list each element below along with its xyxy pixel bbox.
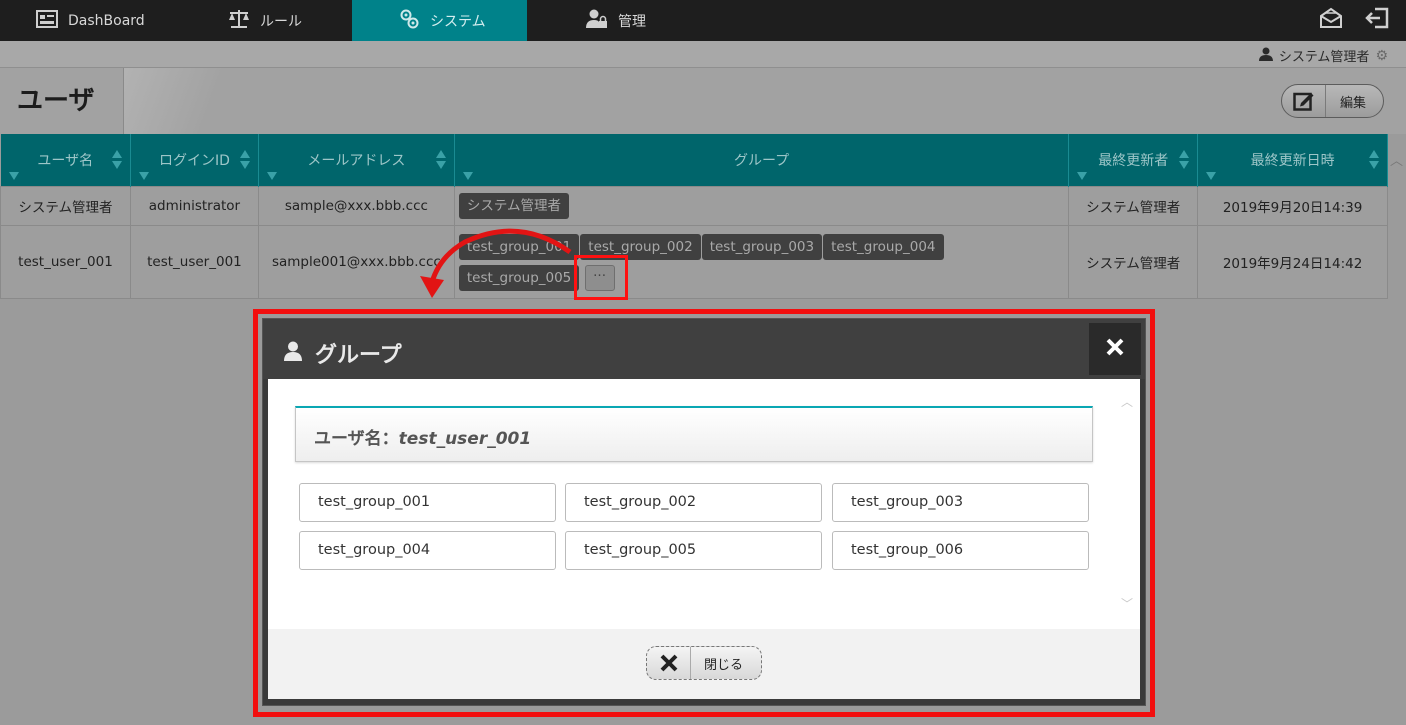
nav-dashboard[interactable]: DashBoard bbox=[36, 0, 196, 41]
table-scroll-up-icon[interactable]: ︿ bbox=[1390, 150, 1403, 169]
group-item: test_group_003 bbox=[832, 483, 1089, 522]
annotation-arrow-icon bbox=[420, 228, 572, 298]
cell-updated-by: システム管理者 bbox=[1068, 185, 1199, 226]
group-tag: システム管理者 bbox=[458, 193, 569, 219]
nav-rules[interactable]: ルール bbox=[228, 0, 352, 41]
dialog-footer: 閉じる bbox=[268, 629, 1140, 699]
cell-login-id: administrator bbox=[129, 185, 259, 226]
user-value: test_user_001 bbox=[398, 429, 532, 449]
cell-updated-at: 2019年9月20日14:39 bbox=[1197, 185, 1388, 226]
filter-icon[interactable] bbox=[138, 171, 149, 180]
dialog-title: グループ bbox=[315, 343, 402, 368]
close-icon bbox=[1105, 337, 1125, 361]
cell-groups: システム管理者 bbox=[453, 185, 1070, 226]
dialog-scroll-down-icon[interactable]: ﹀ bbox=[1121, 595, 1133, 612]
user-panel-text: ユーザ名：test_user_001 bbox=[314, 424, 531, 449]
current-user-name: システム管理者 bbox=[1278, 50, 1370, 65]
col-header-group[interactable]: グループ bbox=[454, 134, 1070, 186]
nav-admin-label: 管理 bbox=[618, 13, 646, 30]
edit-button-label: 編集 bbox=[1340, 95, 1367, 111]
table-header-row: ユーザ名 ログインID メールアドレス グループ 最終更新者 最終更新日時 bbox=[0, 134, 1388, 186]
sort-icon[interactable] bbox=[111, 150, 122, 172]
col-header-updated-at[interactable]: 最終更新日時 bbox=[1197, 134, 1388, 186]
cell-login-id: test_user_001 bbox=[129, 224, 259, 299]
envelope-icon bbox=[1319, 7, 1343, 33]
dashboard-icon bbox=[36, 9, 68, 32]
group-dialog: グループ ユーザ名：test_user_001 test_group_001 t… bbox=[262, 318, 1146, 706]
filter-icon[interactable] bbox=[266, 171, 277, 180]
close-button[interactable]: 閉じる bbox=[646, 646, 762, 680]
title-bar: ユーザ 編集 bbox=[0, 68, 1406, 134]
dialog-scroll-up-icon[interactable]: ︿ bbox=[1121, 393, 1133, 410]
cell-user-name: test_user_001 bbox=[0, 224, 131, 299]
group-item: test_group_006 bbox=[832, 531, 1089, 570]
highlight-more-button bbox=[574, 255, 628, 300]
user-label: ユーザ名： bbox=[314, 429, 399, 449]
cell-updated-by: システム管理者 bbox=[1068, 224, 1199, 299]
gear-icon[interactable]: ⚙ bbox=[1375, 48, 1388, 64]
logout-button[interactable] bbox=[1362, 6, 1392, 34]
cell-updated-at: 2019年9月24日14:42 bbox=[1197, 224, 1388, 299]
nav-system-label: システム bbox=[430, 13, 486, 30]
dialog-header: グループ bbox=[263, 319, 1145, 379]
page-title: ユーザ bbox=[17, 86, 95, 116]
group-tag: test_group_004 bbox=[823, 233, 944, 260]
nav-admin[interactable]: 管理 bbox=[586, 0, 706, 41]
sort-icon[interactable] bbox=[1369, 150, 1379, 172]
user-bar: システム管理者 ⚙ bbox=[0, 41, 1406, 68]
dialog-close-button[interactable] bbox=[1089, 323, 1141, 375]
group-item: test_group_004 bbox=[299, 531, 556, 570]
cell-user-name: システム管理者 bbox=[0, 185, 131, 226]
logout-icon bbox=[1365, 7, 1389, 33]
nav-dashboard-label: DashBoard bbox=[68, 12, 145, 29]
sort-icon[interactable] bbox=[435, 150, 446, 172]
table-row[interactable]: システム管理者 administrator sample@xxx.bbb.ccc… bbox=[0, 185, 1388, 226]
edit-icon bbox=[1282, 85, 1326, 117]
group-item: test_group_001 bbox=[299, 483, 556, 522]
dialog-body: ユーザ名：test_user_001 test_group_001 test_g… bbox=[268, 379, 1140, 629]
close-button-label: 閉じる bbox=[704, 657, 744, 673]
cell-email: sample@xxx.bbb.ccc bbox=[257, 185, 455, 226]
col-header-email[interactable]: メールアドレス bbox=[258, 134, 455, 186]
mail-button[interactable] bbox=[1316, 6, 1346, 34]
top-nav: DashBoard ルール システム 管理 bbox=[0, 0, 1406, 41]
table-row[interactable]: test_user_001 test_user_001 sample001@xx… bbox=[0, 224, 1388, 299]
col-header-login-id[interactable]: ログインID bbox=[130, 134, 259, 186]
filter-icon[interactable] bbox=[1077, 171, 1088, 180]
user-lock-icon bbox=[586, 8, 618, 34]
sort-icon[interactable] bbox=[1179, 150, 1190, 172]
scale-icon bbox=[228, 9, 260, 33]
nav-system[interactable]: システム bbox=[352, 0, 527, 41]
user-panel: ユーザ名：test_user_001 bbox=[295, 406, 1093, 462]
close-icon bbox=[647, 647, 691, 679]
filter-icon[interactable] bbox=[462, 171, 473, 180]
nav-rules-label: ルール bbox=[260, 13, 302, 30]
title-decoration bbox=[124, 68, 244, 134]
edit-button[interactable]: 編集 bbox=[1281, 84, 1384, 118]
filter-icon[interactable] bbox=[8, 171, 19, 180]
group-tag: test_group_003 bbox=[701, 233, 823, 260]
group-item: test_group_002 bbox=[565, 483, 822, 522]
user-table: ユーザ名 ログインID メールアドレス グループ 最終更新者 最終更新日時 シス… bbox=[0, 134, 1388, 299]
filter-icon[interactable] bbox=[1206, 171, 1217, 180]
group-item: test_group_005 bbox=[565, 531, 822, 570]
col-header-user-name[interactable]: ユーザ名 bbox=[0, 134, 131, 186]
col-header-updated-by[interactable]: 最終更新者 bbox=[1068, 134, 1199, 186]
user-icon bbox=[283, 341, 303, 365]
user-icon bbox=[1258, 47, 1279, 65]
current-user[interactable]: システム管理者 ⚙ bbox=[1258, 46, 1388, 65]
gears-icon bbox=[398, 8, 430, 34]
sort-icon[interactable] bbox=[239, 150, 250, 172]
